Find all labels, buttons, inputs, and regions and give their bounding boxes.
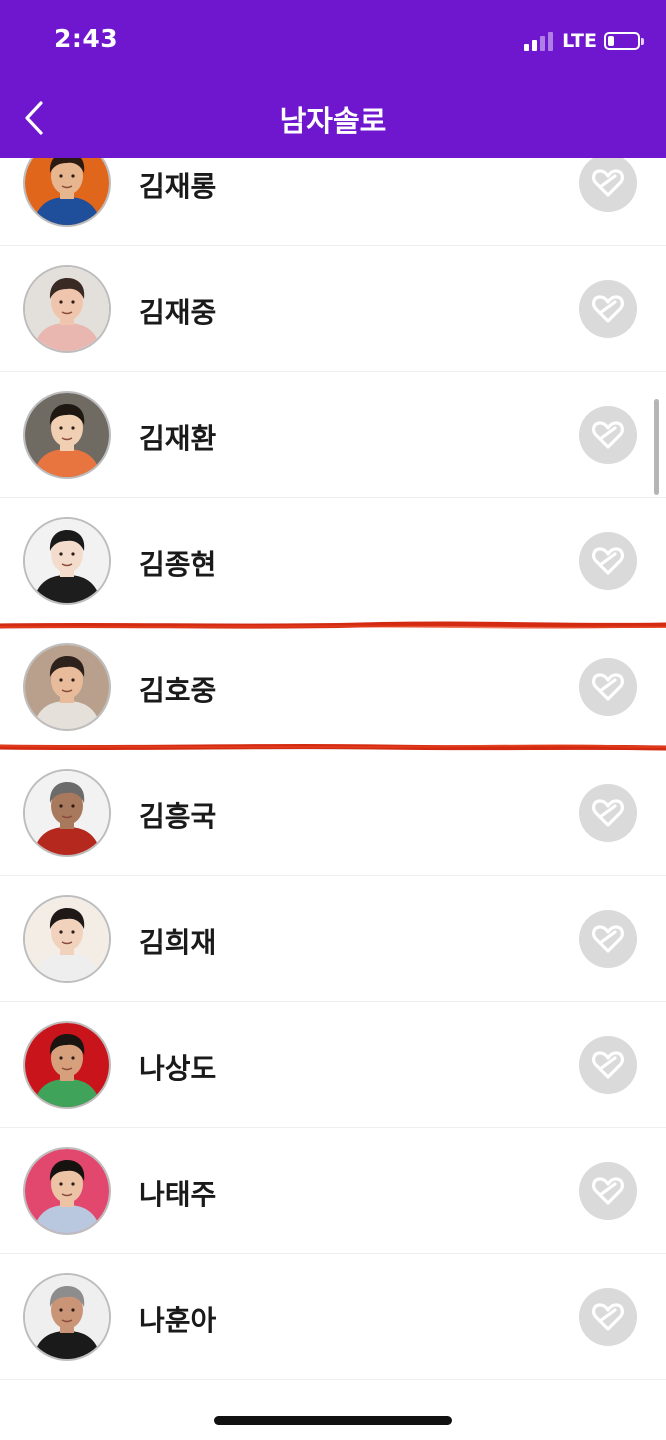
artist-name: 김희재 [139, 926, 217, 959]
scrollbar[interactable] [654, 399, 659, 495]
portrait-image [25, 897, 109, 981]
battery-icon [604, 32, 644, 50]
artist-avatar [23, 769, 111, 857]
heart-broken-icon [592, 295, 624, 323]
favorite-button[interactable] [579, 1288, 637, 1346]
heart-broken-icon [592, 925, 624, 953]
favorite-button[interactable] [579, 280, 637, 338]
artist-name: 김재롱 [139, 170, 217, 203]
artist-name: 김종현 [139, 548, 217, 581]
artist-row[interactable]: 김종현 [0, 498, 666, 624]
artist-row[interactable]: 김재중 [0, 246, 666, 372]
status-indicators: LTE [524, 30, 644, 52]
heart-broken-icon [592, 1303, 624, 1331]
portrait-image [25, 393, 109, 477]
portrait-image [25, 1023, 109, 1107]
home-indicator [214, 1416, 452, 1425]
signal-bar [532, 40, 538, 51]
signal-icon [524, 31, 554, 51]
heart-broken-icon [592, 673, 624, 701]
artist-row[interactable]: 김재환 [0, 372, 666, 498]
portrait-image [25, 645, 109, 729]
page-title: 남자솔로 [279, 104, 387, 138]
heart-broken-icon [592, 799, 624, 827]
artist-avatar [23, 517, 111, 605]
favorite-button[interactable] [579, 1162, 637, 1220]
artist-avatar [23, 1273, 111, 1361]
signal-bar [524, 44, 530, 51]
artist-avatar [23, 1147, 111, 1235]
artist-avatar [23, 895, 111, 983]
battery-tip [641, 38, 644, 45]
favorite-button[interactable] [579, 910, 637, 968]
favorite-button[interactable] [579, 1036, 637, 1094]
portrait-image [25, 1149, 109, 1233]
artist-name: 김재환 [139, 422, 217, 455]
portrait-image [25, 771, 109, 855]
heart-broken-icon [592, 1051, 624, 1079]
heart-broken-icon [592, 547, 624, 575]
heart-broken-icon [592, 421, 624, 449]
heart-broken-icon [592, 169, 624, 197]
favorite-button[interactable] [579, 658, 637, 716]
network-type: LTE [562, 30, 597, 52]
battery-level [608, 36, 614, 46]
portrait-image [25, 267, 109, 351]
signal-bar [548, 32, 554, 51]
app-header: 2:43 LTE 남자솔로 [0, 0, 666, 158]
status-time: 2:43 [54, 24, 119, 53]
artist-avatar [23, 391, 111, 479]
artist-avatar [23, 643, 111, 731]
portrait-image [25, 519, 109, 603]
artist-row[interactable]: 김흥국 [0, 750, 666, 876]
artist-row[interactable]: 나상도 [0, 1002, 666, 1128]
artist-avatar [23, 1021, 111, 1109]
highlight-line-bottom [0, 743, 666, 751]
heart-broken-icon [592, 1177, 624, 1205]
artist-name: 나상도 [139, 1052, 217, 1085]
artist-row[interactable]: 나훈아 [0, 1254, 666, 1380]
favorite-button[interactable] [579, 406, 637, 464]
highlight-line-top [0, 621, 666, 629]
artist-name: 나훈아 [139, 1304, 217, 1337]
artist-row[interactable]: 김희재 [0, 876, 666, 1002]
favorite-button[interactable] [579, 532, 637, 590]
artist-name: 나태주 [139, 1178, 217, 1211]
portrait-image [25, 1275, 109, 1359]
artist-name: 김재중 [139, 296, 217, 329]
artist-name: 김호중 [139, 674, 217, 707]
favorite-button[interactable] [579, 784, 637, 842]
artist-avatar [23, 265, 111, 353]
favorite-button[interactable] [579, 154, 637, 212]
signal-bar [540, 36, 546, 51]
artist-row[interactable]: 나태주 [0, 1128, 666, 1254]
artist-row[interactable]: 김호중 [0, 624, 666, 750]
artist-name: 김흥국 [139, 800, 217, 833]
